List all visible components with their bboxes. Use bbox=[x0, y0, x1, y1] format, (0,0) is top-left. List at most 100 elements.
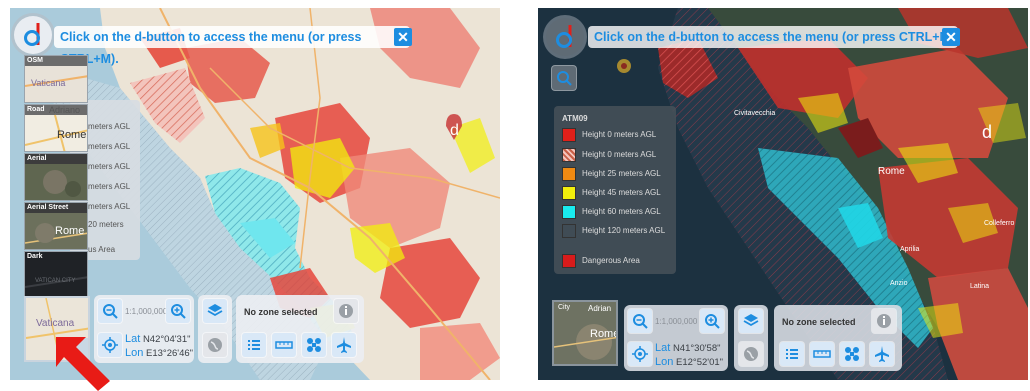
legend-item-label: Height 25 meters AGL bbox=[582, 169, 661, 178]
lon-key: Lon bbox=[125, 347, 144, 359]
layers-button[interactable] bbox=[203, 299, 227, 323]
map-place-label: Aprilia bbox=[900, 246, 920, 253]
airplane-icon bbox=[337, 337, 351, 353]
drone-icon bbox=[845, 347, 859, 361]
zoom-out-button[interactable] bbox=[98, 299, 122, 323]
lat-key: Lat bbox=[655, 342, 671, 354]
legend-swatch bbox=[562, 186, 576, 200]
red-arrow-icon bbox=[56, 337, 110, 391]
zone-info-button[interactable] bbox=[872, 309, 896, 333]
basemap-option-osm[interactable]: OSM Vaticana bbox=[24, 55, 88, 103]
map-place-label: Rome bbox=[878, 166, 905, 177]
legend-swatch bbox=[562, 205, 576, 219]
legend-panel: ATM09 Height 0 meters AGL Height 0 meters… bbox=[554, 106, 676, 274]
current-basemap-button[interactable]: City Adrian Rome bbox=[552, 300, 618, 366]
zoom-out-icon bbox=[103, 304, 118, 319]
menu-hint-banner: Click on the d-button to access the menu… bbox=[54, 26, 412, 66]
basemap-label: Aerial bbox=[27, 155, 47, 162]
zoom-out-icon bbox=[633, 314, 648, 329]
thumb-place-label: Rome bbox=[57, 129, 87, 141]
map-place-label: Colleferro bbox=[984, 220, 1015, 227]
basemap-option-road[interactable]: Road Adriano Rome bbox=[24, 104, 88, 152]
scale-label: 1:1,000,000 bbox=[125, 307, 168, 316]
layers-icon bbox=[743, 314, 759, 327]
zoom-in-icon bbox=[705, 314, 720, 329]
legend-swatch bbox=[562, 128, 576, 142]
globe-icon bbox=[208, 338, 222, 352]
list-icon bbox=[248, 340, 260, 350]
zoom-in-button[interactable] bbox=[166, 299, 190, 323]
lon-value: E13°26'46" bbox=[146, 348, 194, 359]
d-menu-button[interactable] bbox=[14, 16, 52, 54]
legend-item-label: 20 meters bbox=[88, 220, 124, 229]
airplane-button[interactable] bbox=[870, 342, 894, 366]
thumb-place-label: Rome bbox=[590, 328, 618, 340]
globe-button[interactable] bbox=[203, 333, 227, 357]
layers-button[interactable] bbox=[739, 309, 763, 333]
menu-hint-banner: Click on the d-button to access the menu… bbox=[588, 26, 960, 48]
list-button[interactable] bbox=[242, 333, 266, 357]
zone-status-text: No zone selected bbox=[244, 307, 318, 317]
layers-panel bbox=[198, 295, 232, 363]
legend-item-label: Height 45 meters AGL bbox=[582, 188, 661, 197]
legend-item-label: meters AGL bbox=[88, 162, 131, 171]
basemap-option-dark[interactable]: Dark VATICAN CITY bbox=[24, 251, 88, 299]
ruler-icon bbox=[813, 350, 831, 358]
map-place-label: Latina bbox=[970, 283, 990, 290]
search-button[interactable] bbox=[552, 66, 576, 90]
legend-item-label: meters AGL bbox=[88, 182, 131, 191]
locate-button[interactable] bbox=[628, 342, 652, 366]
info-icon bbox=[877, 314, 891, 328]
thumb-place-label: Adrian bbox=[588, 304, 612, 313]
legend-swatch bbox=[562, 148, 576, 162]
d-logo-icon bbox=[556, 25, 572, 48]
close-banner-button[interactable]: ✕ bbox=[394, 28, 412, 46]
basemap-label: Dark bbox=[27, 253, 43, 260]
zoom-in-icon bbox=[171, 304, 186, 319]
lat-value: N42°04'31" bbox=[142, 334, 191, 345]
zone-info-button[interactable] bbox=[334, 299, 358, 323]
legend-item-label: meters AGL bbox=[88, 142, 131, 151]
drone-button[interactable] bbox=[302, 333, 326, 357]
basemap-option-aerial[interactable]: Aerial bbox=[24, 153, 88, 201]
legend-item-label: Dangerous Area bbox=[582, 256, 640, 265]
crosshair-icon bbox=[632, 346, 648, 362]
legend-item-label: Height 120 meters AGL bbox=[582, 226, 666, 235]
zoom-out-button[interactable] bbox=[628, 309, 652, 333]
globe-button[interactable] bbox=[739, 342, 763, 366]
menu-hint-text: Click on the d-button to access the menu… bbox=[594, 30, 958, 44]
drone-button[interactable] bbox=[840, 342, 864, 366]
legend-swatch bbox=[562, 254, 576, 268]
lon-key: Lon bbox=[655, 356, 674, 368]
thumb-place-label: Vaticana bbox=[31, 78, 66, 88]
airplane-button[interactable] bbox=[332, 333, 356, 357]
lat-key: Lat bbox=[125, 333, 141, 345]
thumb-place-label: City bbox=[558, 304, 571, 311]
basemap-label: OSM bbox=[27, 57, 43, 64]
airplane-icon bbox=[875, 346, 889, 362]
basemap-label: Aerial Street bbox=[27, 204, 69, 211]
zone-panel: No zone selected bbox=[774, 305, 902, 371]
right-screenshot-panel: d Civitavecchia Rome Anzio Latina Collef… bbox=[538, 8, 1028, 380]
basemap-label: Road bbox=[27, 106, 45, 113]
basemap-option-aerial-street[interactable]: Aerial Street Rome bbox=[24, 202, 88, 250]
globe-icon bbox=[744, 347, 758, 361]
lat-value: N41°30'58" bbox=[672, 343, 721, 354]
left-screenshot-panel: d Click on the d-button to access the me… bbox=[10, 8, 500, 380]
legend-item-label: Height 0 meters AGL bbox=[582, 130, 657, 139]
legend-swatch bbox=[562, 167, 576, 181]
latitude-readout: Lat N42°04'31" bbox=[125, 333, 190, 345]
d-menu-button[interactable] bbox=[546, 18, 584, 56]
legend-title: ATM09 bbox=[562, 114, 588, 123]
d-logo-icon bbox=[24, 23, 40, 46]
ruler-button[interactable] bbox=[272, 333, 296, 357]
thumb-place-label: VATICAN CITY bbox=[35, 278, 76, 284]
thumb-extra-label: Adriano bbox=[49, 105, 81, 115]
list-button[interactable] bbox=[780, 342, 804, 366]
zoom-in-button[interactable] bbox=[700, 309, 724, 333]
close-banner-button[interactable]: ✕ bbox=[942, 28, 960, 46]
ruler-button[interactable] bbox=[810, 342, 834, 366]
thumb-place-label: Vaticana bbox=[36, 318, 75, 329]
longitude-readout: Lon E13°26'46" bbox=[125, 347, 193, 359]
legend-item-label: meters AGL bbox=[88, 122, 131, 131]
